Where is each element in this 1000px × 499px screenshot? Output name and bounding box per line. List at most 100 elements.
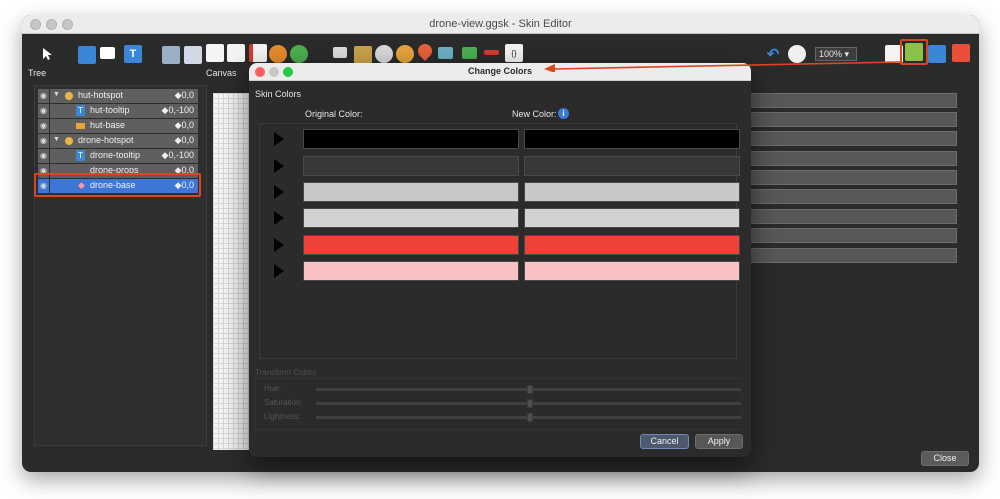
play-triangle-icon[interactable]: [274, 159, 284, 173]
saturation-label: Saturation:: [264, 398, 303, 407]
cloner-icon[interactable]: [184, 46, 202, 64]
translate-icon[interactable]: [928, 45, 946, 63]
property-field[interactable]: [748, 189, 957, 204]
svg-file-icon[interactable]: [206, 44, 224, 62]
window-titlebar: drone-view.ggsk - Skin Editor: [22, 15, 979, 34]
color-row: [274, 156, 740, 176]
visibility-eye-icon[interactable]: ◉: [38, 104, 50, 118]
visibility-eye-icon[interactable]: ◉: [38, 119, 50, 133]
properties-panel: [748, 93, 973, 288]
new-color-swatch[interactable]: [524, 235, 740, 255]
folder-icon[interactable]: [78, 46, 96, 64]
rectangle-icon[interactable]: [100, 47, 115, 59]
text-icon[interactable]: T: [124, 45, 142, 63]
info-icon[interactable]: i: [558, 108, 569, 119]
color-row: [274, 129, 740, 149]
tree-row[interactable]: ◉ ▼ hut-hotspot ◆0,0: [38, 89, 198, 103]
tree-panel: ◉ ▼ hut-hotspot ◆0,0 ◉ T hut-tooltip ◆0,…: [34, 85, 207, 446]
original-color-swatch: [303, 261, 519, 281]
tree-row[interactable]: ◉ T hut-tooltip ◆0,-100: [38, 104, 198, 118]
property-field[interactable]: [748, 131, 957, 146]
color-row: [274, 261, 740, 281]
play-triangle-icon[interactable]: [274, 132, 284, 146]
property-field[interactable]: [748, 228, 957, 243]
tree-row[interactable]: ◉ T drone-tooltip ◆0,-100: [38, 149, 198, 163]
original-color-swatch: [303, 235, 519, 255]
new-color-swatch[interactable]: [524, 208, 740, 228]
color-list: [259, 123, 740, 359]
color-row: [274, 208, 740, 228]
gyro-icon[interactable]: [396, 45, 414, 63]
transform-colors-heading: Transform Colors: [255, 368, 317, 377]
tree-row[interactable]: ◉ hut-base ◆0,0: [38, 119, 198, 133]
pin-icon[interactable]: [415, 41, 435, 61]
new-color-swatch[interactable]: [524, 129, 740, 149]
compass-icon[interactable]: [375, 45, 393, 63]
lightness-slider-knob[interactable]: [527, 413, 533, 422]
hue-slider[interactable]: [316, 385, 741, 394]
new-color-swatch[interactable]: [524, 261, 740, 281]
tree-row-label: drone-hotspot: [78, 135, 134, 145]
player-icon[interactable]: [462, 47, 477, 59]
code-icon[interactable]: {}: [505, 44, 523, 62]
svg-image-icon[interactable]: [227, 44, 245, 62]
visibility-eye-icon[interactable]: ◉: [38, 149, 50, 163]
property-field[interactable]: [748, 112, 957, 127]
tree-row-position: ◆0,0: [174, 120, 194, 130]
property-field[interactable]: [748, 209, 957, 224]
expand-triangle-icon[interactable]: ▼: [53, 136, 60, 143]
tree-row-position: ◆0,-100: [161, 150, 194, 160]
pdf-icon[interactable]: [249, 44, 267, 62]
lightness-slider[interactable]: [316, 413, 741, 422]
image-icon[interactable]: [162, 46, 180, 64]
tree-row[interactable]: ◉ ▼ drone-hotspot ◆0,0: [38, 134, 198, 148]
hue-slider-knob[interactable]: [527, 385, 533, 394]
canvas-grid[interactable]: [213, 93, 253, 450]
grid-icon[interactable]: [354, 46, 372, 64]
cancel-button[interactable]: Cancel: [640, 434, 689, 449]
new-color-swatch[interactable]: [524, 156, 740, 176]
expand-triangle-icon[interactable]: ▼: [53, 91, 60, 98]
saturation-row: Saturation:: [264, 398, 744, 408]
saturation-slider-knob[interactable]: [527, 399, 533, 408]
hotspot-icon: [65, 92, 73, 100]
transform-colors-group: Hue: Saturation: Lightness:: [255, 378, 743, 430]
play-triangle-icon[interactable]: [274, 185, 284, 199]
property-field[interactable]: [748, 170, 957, 185]
tree-row-label: hut-tooltip: [90, 105, 130, 115]
property-field[interactable]: [748, 93, 957, 108]
panorama-icon[interactable]: [438, 47, 453, 59]
play-triangle-icon[interactable]: [274, 238, 284, 252]
tree-row-position: ◆0,0: [174, 90, 194, 100]
new-color-swatch[interactable]: [524, 182, 740, 202]
play-triangle-icon[interactable]: [274, 211, 284, 225]
tree-row-label: hut-hotspot: [78, 90, 124, 100]
visibility-eye-icon[interactable]: ◉: [38, 89, 50, 103]
change-colors-dialog: Change Colors Skin Colors Original Color…: [249, 63, 751, 457]
visibility-eye-icon[interactable]: ◉: [38, 134, 50, 148]
tree-row-position: ◆0,0: [174, 135, 194, 145]
video-icon[interactable]: [333, 47, 347, 58]
map-icon[interactable]: [290, 45, 308, 63]
globe-icon[interactable]: [269, 45, 287, 63]
original-color-swatch: [303, 156, 519, 176]
highlight-box-change-colors: [900, 39, 928, 65]
close-button[interactable]: Close: [921, 451, 969, 466]
play-triangle-icon[interactable]: [274, 264, 284, 278]
slider-icon[interactable]: [484, 50, 499, 55]
tools-icon[interactable]: [952, 44, 970, 62]
text-element-icon: T: [76, 150, 85, 161]
property-field[interactable]: [748, 248, 957, 263]
hotspot-icon: [65, 137, 73, 145]
original-color-header: Original Color:: [305, 109, 363, 119]
select-tool-icon[interactable]: [38, 45, 56, 63]
original-color-swatch: [303, 182, 519, 202]
color-row: [274, 235, 740, 255]
image-element-icon: [76, 123, 85, 129]
apply-button[interactable]: Apply: [695, 434, 743, 449]
saturation-slider[interactable]: [316, 399, 741, 408]
zoom-select[interactable]: 100% ▾: [815, 47, 857, 61]
skin-colors-heading: Skin Colors: [255, 89, 302, 99]
property-field[interactable]: [748, 151, 957, 166]
color-row: [274, 182, 740, 202]
